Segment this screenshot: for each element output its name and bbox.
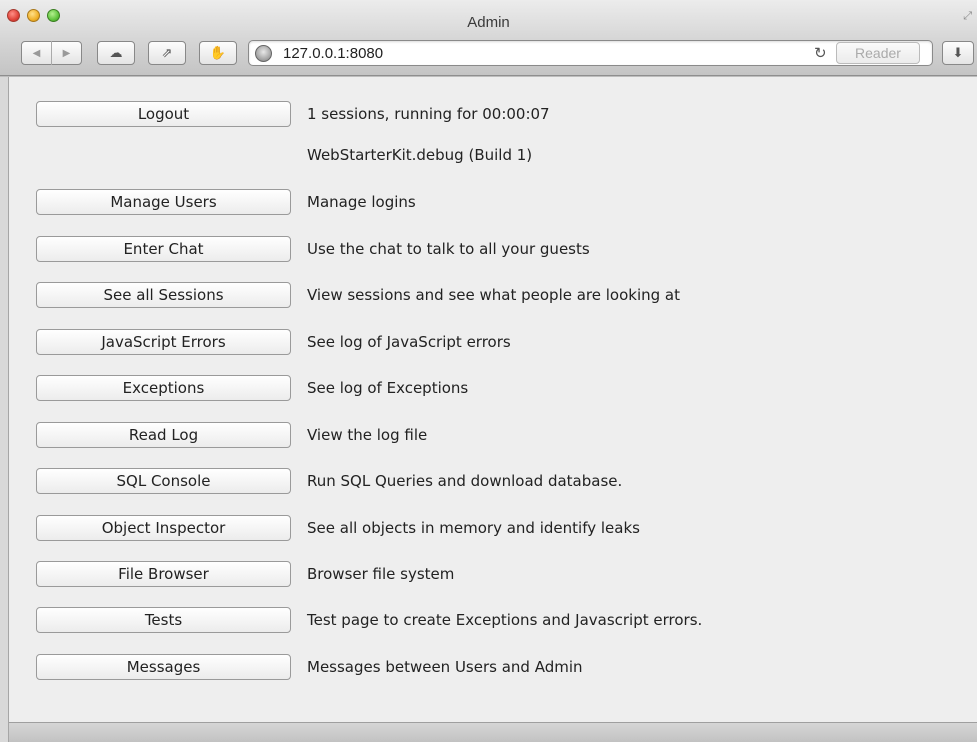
window-title: Admin [467,14,510,31]
file-browser-description: Browser file system [307,565,455,583]
object-inspector-button[interactable]: Object Inspector [36,515,291,541]
enter-chat-description: Use the chat to talk to all your guests [307,240,590,258]
build-info: WebStarterKit.debug (Build 1) [307,146,533,164]
sessions-status: 1 sessions, running for 00:00:07 [307,105,550,123]
forward-button[interactable]: ▶ [52,48,81,59]
read-log-button[interactable]: Read Log [36,422,291,448]
reload-icon[interactable]: ↻ [814,44,827,62]
url-text[interactable]: 127.0.0.1:8080 [283,45,383,62]
address-bar[interactable]: 127.0.0.1:8080 ↻ Reader [248,40,933,66]
downloads-button[interactable]: ⬇ [942,41,974,65]
ad-block-button[interactable]: ✋ [199,41,237,65]
logout-button[interactable]: Logout [36,101,291,127]
site-icon [255,45,272,62]
sql-console-button[interactable]: SQL Console [36,468,291,494]
enter-chat-button[interactable]: Enter Chat [36,236,291,262]
admin-page: Logout 1 sessions, running for 00:00:07 … [9,77,977,722]
share-button[interactable]: ⇗ [148,41,186,65]
share-icon: ⇗ [161,45,173,61]
file-browser-button[interactable]: File Browser [36,561,291,587]
messages-button[interactable]: Messages [36,654,291,680]
read-log-description: View the log file [307,426,428,444]
manage-users-description: Manage logins [307,193,416,211]
window-status-bar [9,722,977,742]
cloud-icon: ☁ [109,45,123,61]
exceptions-button[interactable]: Exceptions [36,375,291,401]
tests-description: Test page to create Exceptions and Javas… [307,611,703,629]
fullscreen-icon[interactable]: ⤢ [963,9,972,23]
download-icon: ⬇ [952,45,964,61]
back-button[interactable]: ◀ [22,48,51,59]
object-inspector-description: See all objects in memory and identify l… [307,519,640,537]
window-titlebar: Admin ⤢ ◀ ▶ ☁ ⇗ ✋ 127.0.0.1:8080 ↻ Reade… [0,0,977,76]
reader-button[interactable]: Reader [836,42,920,64]
see-all-sessions-button[interactable]: See all Sessions [36,282,291,308]
sql-console-description: Run SQL Queries and download database. [307,472,623,490]
see-all-sessions-description: View sessions and see what people are lo… [307,286,681,304]
javascript-errors-button[interactable]: JavaScript Errors [36,329,291,355]
messages-description: Messages between Users and Admin [307,658,583,676]
back-forward-control: ◀ ▶ [21,41,82,65]
window-left-edge [0,77,9,742]
javascript-errors-description: See log of JavaScript errors [307,333,511,351]
exceptions-description: See log of Exceptions [307,379,469,397]
icloud-tabs-button[interactable]: ☁ [97,41,135,65]
manage-users-button[interactable]: Manage Users [36,189,291,215]
hand-icon: ✋ [209,45,227,61]
tests-button[interactable]: Tests [36,607,291,633]
